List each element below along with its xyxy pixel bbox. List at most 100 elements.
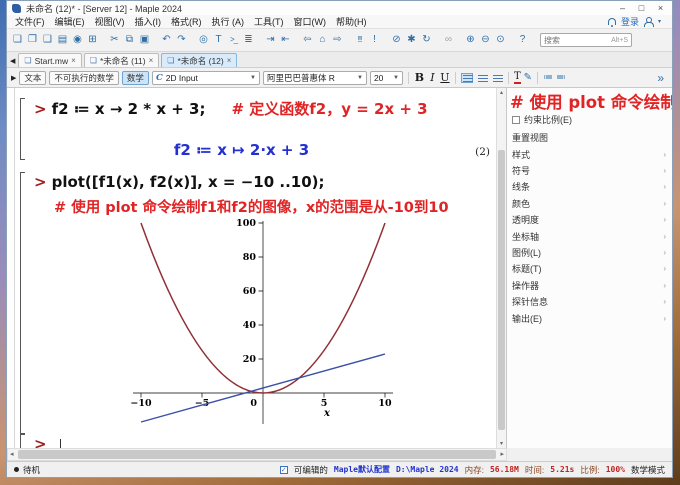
vertical-scrollbar[interactable]: ▴ ▾ [496,88,506,448]
execute-all-icon[interactable]: !!! [352,30,367,50]
panel-item-output[interactable]: 输出(E)› [507,310,672,326]
nonexecutable-math-button[interactable]: 不可执行的数学 [49,71,119,85]
menu-file[interactable]: 文件(F) [10,15,50,28]
align-left-button[interactable] [461,73,473,83]
home-icon[interactable]: ⌂ [315,30,330,50]
tab-untitled-11[interactable]: ❏ *未命名 (11) × [84,53,160,67]
cut-icon[interactable]: ✂ [107,30,122,50]
align-center-button[interactable] [476,73,488,83]
align-right-button[interactable] [491,73,503,83]
account-caret-icon[interactable]: ▾ [658,18,661,25]
font-dropdown[interactable]: 阿里巴巴普惠体 R ▼ [263,71,367,85]
menu-format[interactable]: 格式(R) [166,15,207,28]
search-input[interactable] [544,36,599,45]
paste-icon[interactable]: ▣ [137,30,152,50]
save-icon[interactable]: ❑ [40,30,55,50]
menu-edit[interactable]: 编辑(E) [50,15,90,28]
bullet-list-button[interactable]: ≔ [543,72,553,83]
menu-view[interactable]: 视图(V) [90,15,130,28]
underline-button[interactable]: U [440,71,450,84]
close-button[interactable]: × [651,2,670,15]
help-icon[interactable]: ? [515,30,530,50]
hyperlink-icon[interactable]: ∞ [441,30,456,50]
panel-item-transparency[interactable]: 透明度› [507,212,672,228]
panel-item-probe-info[interactable]: 探针信息› [507,294,672,310]
panel-item-title[interactable]: 标题(T)› [507,261,672,277]
insert-section-icon[interactable]: ≣ [241,30,256,50]
font-color-button[interactable]: T [514,72,521,84]
find-icon[interactable]: ◎ [196,30,211,50]
print-icon[interactable]: ▤ [55,30,70,50]
zoom-out-icon[interactable]: ⊖ [478,30,493,50]
tab-untitled-12[interactable]: ❏ *未命名 (12) × [161,53,237,67]
new-document-icon[interactable]: ❏ [10,30,25,50]
zoom-reset-icon[interactable]: ⊙ [493,30,508,50]
login-button[interactable]: 登录 [621,15,639,28]
more-tools-chevron[interactable]: » [657,71,668,85]
reset-view-button[interactable]: 重置视图 [512,131,548,144]
scroll-down-icon[interactable]: ▾ [497,440,506,447]
panel-item-color[interactable]: 颜色› [507,195,672,211]
horizontal-scroll-thumb[interactable] [18,450,496,459]
panel-item-manipulator[interactable]: 操作器› [507,277,672,293]
bold-button[interactable]: B [414,71,425,84]
forward-icon[interactable]: ⇨ [330,30,345,50]
constrained-scaling-checkbox[interactable] [512,116,520,124]
restart-icon[interactable]: ↻ [419,30,434,50]
export-icon[interactable]: ⊞ [85,30,100,50]
insert-text-icon[interactable]: T [211,30,226,50]
interrupt-icon[interactable]: ⊘ [389,30,404,50]
undo-icon[interactable]: ↶ [159,30,174,50]
panel-item-legend[interactable]: 图例(L)› [507,244,672,260]
account-person-icon[interactable] [644,17,653,26]
tab-close-icon[interactable]: × [149,56,154,65]
highlight-pen-icon[interactable]: ✎ [524,72,532,83]
tab-scroll-left-icon[interactable]: ◀ [9,57,18,67]
redo-icon[interactable]: ↷ [174,30,189,50]
constrained-scaling-row[interactable]: 约束比例(E) [512,113,572,126]
panel-item-axes[interactable]: 坐标轴› [507,228,672,244]
scroll-left-icon[interactable]: ◂ [10,449,14,460]
execute-icon[interactable]: ! [367,30,382,50]
menu-help[interactable]: 帮助(H) [331,15,372,28]
input-line-f2[interactable]: >f2 ≔ x → 2 * x + 3;# 定义函数f2，y = 2x + 3 [34,98,428,119]
format-scroll-icon[interactable]: ▶ [11,74,16,82]
tab-start-mw[interactable]: ❏ Start.mw × [18,53,81,67]
editable-checkbox[interactable]: ✓ [280,466,288,474]
insert-exec-group-icon[interactable]: >_ [226,30,241,50]
menu-tools[interactable]: 工具(T) [249,15,289,28]
tab-close-icon[interactable]: × [227,56,232,65]
numbered-list-button[interactable]: ≕ [556,72,566,83]
panel-item-style[interactable]: 样式› [507,146,672,162]
italic-button[interactable]: I [428,71,437,84]
debug-icon[interactable]: ✱ [404,30,419,50]
scroll-up-icon[interactable]: ▴ [497,89,506,96]
menu-window[interactable]: 窗口(W) [289,15,332,28]
empty-input-line[interactable]: > [34,435,61,448]
panel-item-line[interactable]: 线条› [507,179,672,195]
back-icon[interactable]: ⇦ [300,30,315,50]
notification-bell-icon[interactable] [608,18,616,25]
vertical-scroll-thumb[interactable] [498,150,505,430]
input-line-plot[interactable]: >plot([f1(x), f2(x)], x = −10 ..10); [34,173,325,191]
maximize-button[interactable]: □ [632,2,651,15]
menu-insert[interactable]: 插入(I) [130,15,167,28]
minimize-button[interactable]: – [613,2,632,15]
zoom-in-icon[interactable]: ⊕ [463,30,478,50]
style-dropdown[interactable]: C 2D Input ▼ [152,71,260,85]
tab-close-icon[interactable]: × [71,56,76,65]
horizontal-scrollbar[interactable]: ◂ ▸ [7,448,507,461]
math-mode-button[interactable]: 数学 [122,71,149,85]
open-file-icon[interactable]: ❐ [25,30,40,50]
indent-icon[interactable]: ⇥ [263,30,278,50]
worksheet[interactable]: >f2 ≔ x → 2 * x + 3;# 定义函数f2，y = 2x + 3 … [7,88,496,448]
panel-item-symbol[interactable]: 符号› [507,162,672,178]
search-box[interactable]: Alt+S [540,33,632,47]
scroll-right-icon[interactable]: ▸ [500,449,504,460]
plot-output[interactable]: −10 −5 0 5 10 20 40 60 80 100 x [103,218,408,432]
outdent-icon[interactable]: ⇤ [278,30,293,50]
copy-icon[interactable]: ⧉ [122,30,137,50]
print-preview-icon[interactable]: ◉ [70,30,85,50]
menu-execute[interactable]: 执行 (A) [207,15,250,28]
text-mode-button[interactable]: 文本 [19,71,46,85]
